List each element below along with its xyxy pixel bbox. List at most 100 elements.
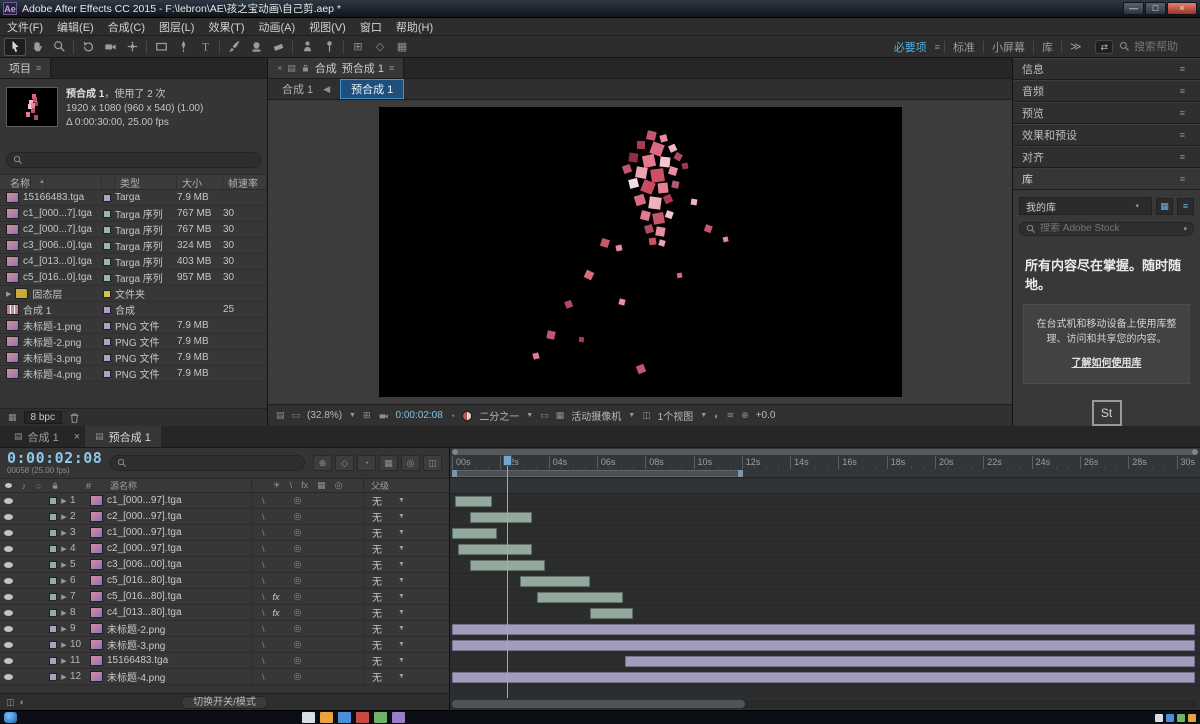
ruler-ticks[interactable]: 00s 02s 04s 06s 08s 10s 12s 14s 16s 18s … [450,456,1200,469]
timeline-horizontal-scrollbar[interactable] [452,700,1198,708]
puppet-pin-tool[interactable] [318,38,340,56]
label-color-swatch[interactable] [103,322,111,330]
interpret-footage-icon[interactable]: ▦ [8,412,17,423]
timeline-jump-icon[interactable]: ⊕ [741,410,749,421]
menu-animation[interactable]: 动画(A) [252,19,303,35]
shape-tool[interactable] [150,38,172,56]
quality-switch[interactable]: \ [262,672,265,682]
quality-switch[interactable]: \ [262,576,265,586]
layer-switches[interactable]: \◎ [251,493,363,508]
layer-expand-arrow[interactable]: ▶ [58,497,70,505]
layer-label-color[interactable] [49,593,57,601]
draft-3d-icon[interactable]: ◇ [335,455,354,471]
tray-icon[interactable] [1177,714,1185,722]
layer-expand-arrow[interactable]: ▶ [58,577,70,585]
panel-menu-icon[interactable]: ≡ [1180,130,1191,140]
navigator-handle[interactable] [1192,449,1198,455]
video-column-icon[interactable] [5,483,12,488]
layer-track[interactable] [450,606,1200,622]
panel-menu-icon[interactable]: ≡ [1180,174,1191,184]
layer-expand-arrow[interactable]: ▶ [58,513,70,521]
workspace-standard[interactable]: 标准 [945,39,983,55]
project-item-row[interactable]: ▶固态层文件夹 [0,286,267,302]
layer-track[interactable] [450,526,1200,542]
layer-switches[interactable]: \◎ [251,557,363,572]
visibility-toggle[interactable] [0,658,16,664]
comp-tab-1[interactable]: 合成 1 [282,81,313,97]
layer-track[interactable] [450,638,1200,654]
toggle-switches-modes-button[interactable]: 切换开关/模式 [181,696,268,709]
menu-window[interactable]: 窗口 [353,19,389,35]
column-size[interactable]: 大小 [177,175,223,189]
timeline-tab-precomp[interactable]: ▤预合成 1 [85,426,161,447]
quality-switch[interactable]: \ [262,544,265,554]
project-item-row[interactable]: c1_[000...7].tgaTarga 序列767 MB30 [0,206,267,222]
current-time[interactable]: 0:00:02:08 [396,410,443,421]
panel-menu-icon[interactable]: ≡ [36,63,41,73]
menu-layer[interactable]: 图层(L) [152,19,201,35]
quality-switch[interactable]: \ [262,624,265,634]
view-dropdown-icon[interactable]: ▼ [700,412,707,419]
unified-camera-tool[interactable] [99,38,121,56]
project-item-row[interactable]: c5_[016...0].tgaTarga 序列957 MB30 [0,270,267,286]
label-color-swatch[interactable] [103,354,111,362]
layer-expand-arrow[interactable]: ▶ [58,529,70,537]
taskbar-app-icon[interactable] [392,712,405,723]
search-scope-dropdown-icon[interactable]: ▾ [1183,225,1187,233]
layer-label-color[interactable] [49,513,57,521]
zoom-level[interactable]: (32.8%) [307,410,342,421]
panel-menu-icon[interactable]: ≡ [1180,152,1191,162]
menu-help[interactable]: 帮助(H) [389,19,440,35]
column-fps[interactable]: 帧速率 [223,175,267,189]
label-color-swatch[interactable] [103,290,111,298]
learn-libraries-link[interactable]: 了解如何使用库 [1072,356,1142,371]
graph-editor-icon[interactable]: ◫ [423,455,442,471]
zoom-dropdown-icon[interactable]: ▼ [349,412,356,419]
visibility-toggle[interactable] [0,578,16,584]
clone-stamp-tool[interactable] [245,38,267,56]
visibility-toggle[interactable] [0,610,16,616]
motion-blur-switch[interactable]: ◎ [294,559,302,570]
layer-number-column[interactable]: # [86,481,106,491]
scrollbar-thumb[interactable] [452,700,745,708]
expand-arrow-icon[interactable]: ▶ [6,290,11,298]
panel-menu-icon[interactable]: ≡ [389,63,394,73]
sync-settings-icon[interactable]: ⇄ [1095,40,1113,54]
label-color-swatch[interactable] [103,370,111,378]
motion-blur-switch[interactable]: ◎ [294,607,302,618]
visibility-toggle[interactable] [0,594,16,600]
playhead[interactable] [507,456,508,698]
project-item-row[interactable]: 未标题-4.pngPNG 文件7.9 MB [0,366,267,382]
selection-tool[interactable] [4,38,26,56]
timeline-layer-row[interactable]: ▶3c1_[000...97].tga\◎无▼ [0,525,449,541]
stock-search-input[interactable] [1040,223,1179,234]
layer-label-color[interactable] [49,529,57,537]
snapping-toggle-icon[interactable]: ⊞ [347,38,369,56]
time-navigator[interactable] [452,449,1198,455]
parent-dropdown[interactable]: 无▼ [363,637,449,652]
layer-duration-bar[interactable] [625,656,1195,667]
current-time-display[interactable]: 0:00:02:08 [7,451,102,466]
layer-duration-bar[interactable] [537,592,623,603]
timeline-layer-row[interactable]: ▶6c5_[016...80].tga\◎无▼ [0,573,449,589]
layer-expand-arrow[interactable]: ▶ [58,657,70,665]
expand-layer-pane-icon[interactable]: ◫ [6,697,15,708]
exposure-value[interactable]: +0.0 [756,410,776,421]
quality-switch[interactable]: \ [262,560,265,570]
workspace-menu-icon[interactable]: ≡ [935,42,940,52]
layer-expand-arrow[interactable]: ▶ [58,545,70,553]
layer-label-color[interactable] [49,673,57,681]
taskbar-app-icon[interactable] [356,712,369,723]
motion-blur-switch[interactable]: ◎ [294,543,302,554]
parent-dropdown[interactable]: 无▼ [363,557,449,572]
layer-track[interactable] [450,574,1200,590]
workspace-overflow-icon[interactable]: ≫ [1062,40,1090,53]
workspace-small-screen[interactable]: 小屏幕 [984,39,1033,55]
layer-track[interactable] [450,510,1200,526]
motion-blur-switch[interactable]: ◎ [294,511,302,522]
layer-label-color[interactable] [49,545,57,553]
audio-column-icon[interactable]: ♪ [22,481,27,491]
panel-menu-icon[interactable]: ≡ [1180,64,1191,74]
list-view-icon[interactable]: ≡ [1177,198,1194,215]
timeline-tab-comp1[interactable]: ▤合成 1 [4,426,69,447]
